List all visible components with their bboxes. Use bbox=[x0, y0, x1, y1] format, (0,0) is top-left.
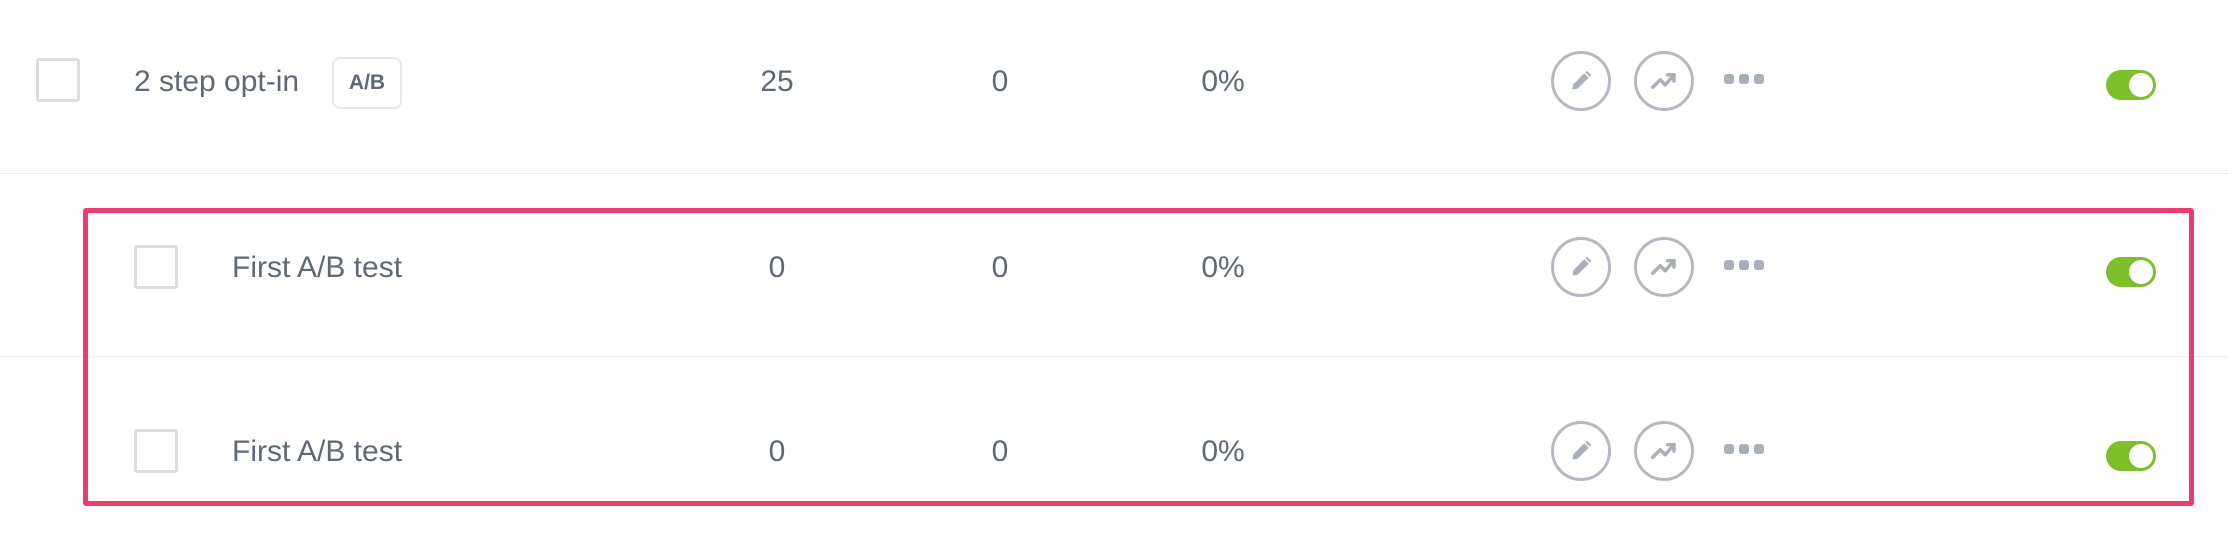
conversion-rate: 0% bbox=[1201, 435, 1245, 468]
pencil-icon bbox=[1572, 70, 1592, 90]
trend-icon bbox=[1651, 73, 1676, 89]
table-row: First A/B test 0 0 0% bbox=[0, 359, 2228, 545]
more-icon[interactable] bbox=[1724, 258, 1764, 272]
pencil-icon bbox=[1572, 440, 1592, 460]
table-row: First A/B test 0 0 0% bbox=[0, 175, 2228, 361]
variant-name[interactable]: 2 step opt-in bbox=[134, 64, 299, 100]
status-toggle[interactable] bbox=[2106, 70, 2156, 100]
status-toggle[interactable] bbox=[2106, 257, 2156, 287]
conversions-count: 0 bbox=[991, 65, 1009, 98]
more-icon[interactable] bbox=[1724, 442, 1764, 456]
conversion-rate: 0% bbox=[1201, 251, 1245, 284]
pencil-icon bbox=[1572, 256, 1592, 276]
analytics-button[interactable] bbox=[1634, 51, 1694, 111]
variant-name[interactable]: First A/B test bbox=[232, 250, 402, 286]
trend-icon bbox=[1651, 259, 1676, 275]
conversion-rate: 0% bbox=[1201, 65, 1245, 98]
row-checkbox[interactable] bbox=[36, 58, 80, 102]
edit-button[interactable] bbox=[1551, 237, 1611, 297]
conversions-count: 0 bbox=[991, 435, 1009, 468]
visitors-count: 25 bbox=[760, 65, 794, 98]
visitors-count: 0 bbox=[768, 251, 786, 284]
table-row: 2 step opt-in A/B 25 0 0% bbox=[0, 0, 2228, 186]
toggle-knob bbox=[2129, 73, 2153, 97]
ab-badge: A/B bbox=[332, 57, 402, 109]
toggle-knob bbox=[2129, 444, 2153, 468]
row-checkbox[interactable] bbox=[134, 245, 178, 289]
row-checkbox[interactable] bbox=[134, 429, 178, 473]
edit-button[interactable] bbox=[1551, 421, 1611, 481]
trend-icon bbox=[1651, 443, 1676, 459]
more-icon[interactable] bbox=[1724, 72, 1764, 86]
conversions-count: 0 bbox=[991, 251, 1009, 284]
analytics-button[interactable] bbox=[1634, 421, 1694, 481]
variant-name[interactable]: First A/B test bbox=[232, 434, 402, 470]
toggle-knob bbox=[2129, 260, 2153, 284]
edit-button[interactable] bbox=[1551, 51, 1611, 111]
status-toggle[interactable] bbox=[2106, 441, 2156, 471]
visitors-count: 0 bbox=[768, 435, 786, 468]
analytics-button[interactable] bbox=[1634, 237, 1694, 297]
